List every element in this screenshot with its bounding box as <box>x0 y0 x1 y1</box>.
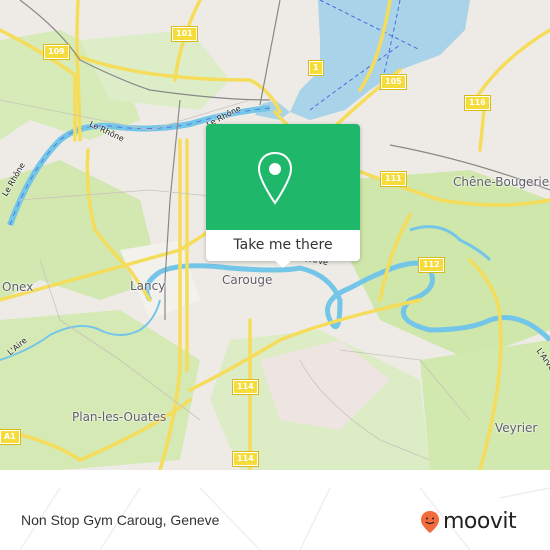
moovit-pin-icon <box>421 511 439 533</box>
road-shield-112: 112 <box>418 257 445 273</box>
place-label-plan-les-ouates: Plan-les-Ouates <box>72 410 167 424</box>
road-shield-101: 101 <box>171 26 198 42</box>
place-label-chene-bougeries: Chêne-Bougeries <box>453 175 550 189</box>
road-shield-1: 1 <box>308 60 324 76</box>
place-label-onex: Onex <box>2 280 34 294</box>
road-shield-114: 114 <box>232 379 259 395</box>
road-shield-109: 109 <box>43 44 70 60</box>
take-me-there-button[interactable]: Take me there <box>206 230 360 261</box>
moovit-wordmark: moovit <box>443 509 517 534</box>
road-shield-114: 114 <box>232 451 259 467</box>
map[interactable]: Chêne-Bougeries Onex Lancy Carouge Plan-… <box>0 0 550 470</box>
place-label-carouge: Carouge <box>222 273 273 287</box>
location-pin-icon <box>257 151 293 205</box>
road-shield-a1: A1 <box>0 429 21 445</box>
road-shield-111: 111 <box>380 171 407 187</box>
road-shield-116: 116 <box>464 95 491 111</box>
place-label-lancy: Lancy <box>130 279 166 293</box>
take-me-there-popup[interactable]: Take me there <box>206 124 360 268</box>
road-shield-105: 105 <box>380 74 407 90</box>
place-label-veyrier: Veyrier <box>495 421 538 435</box>
moovit-logo[interactable]: moovit <box>420 508 517 536</box>
location-title: Non Stop Gym Caroug, Geneve <box>21 512 220 528</box>
popup-pointer <box>273 259 293 268</box>
popup-header <box>206 124 360 230</box>
